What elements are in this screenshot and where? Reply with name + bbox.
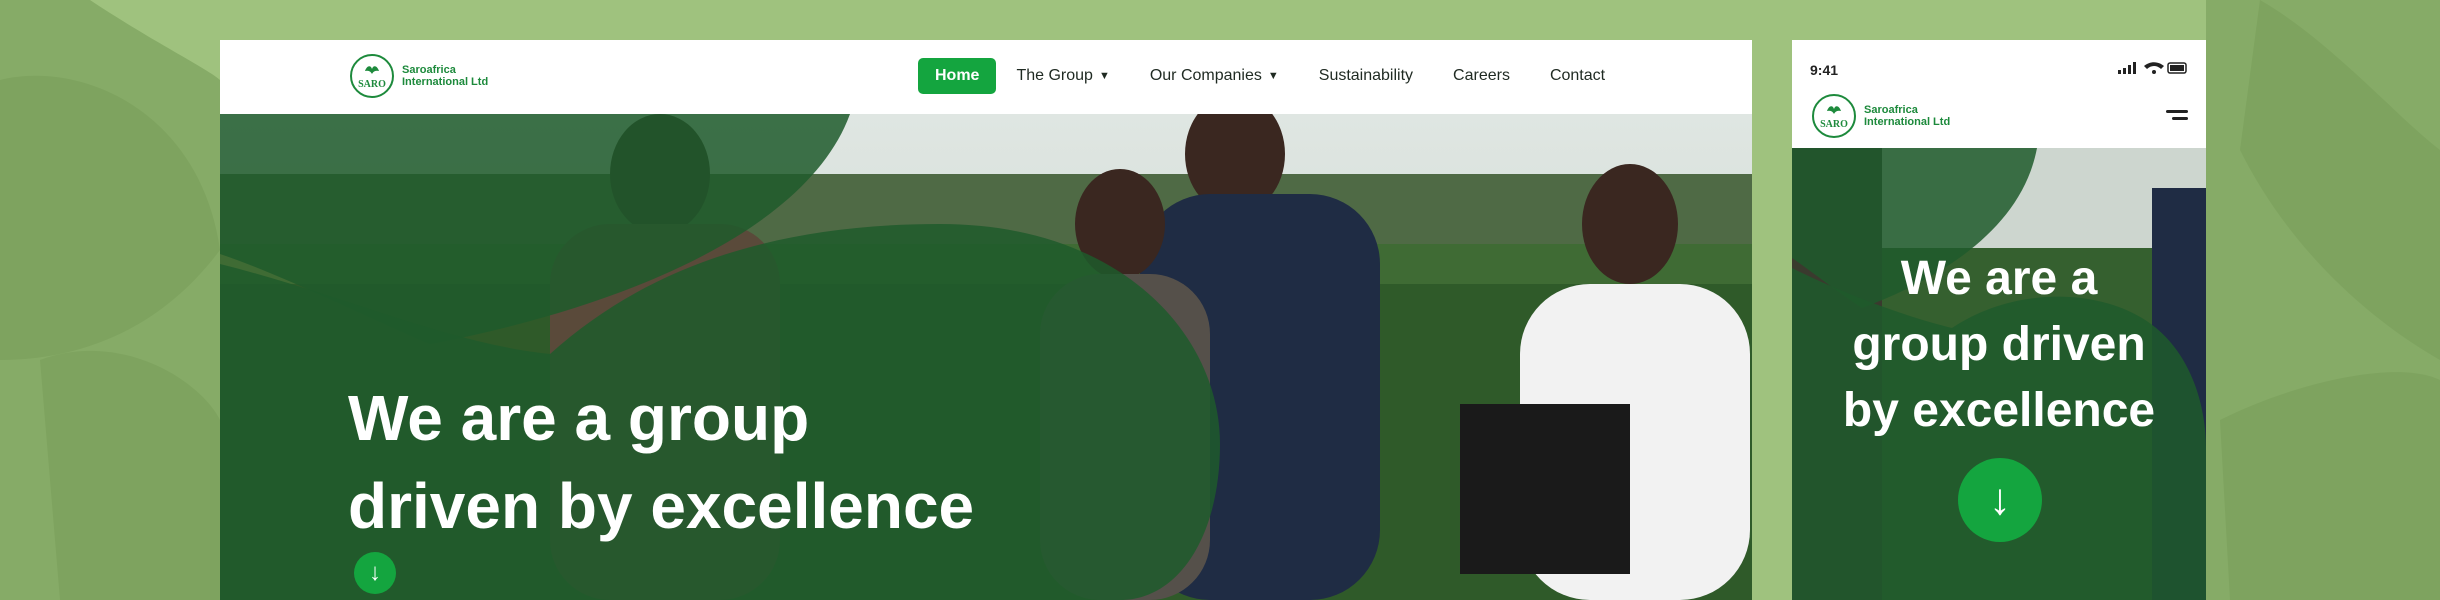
caret-down-icon: ▼	[1267, 70, 1279, 82]
mobile-brand-logo[interactable]: SARO Saroafrica International Ltd	[1812, 94, 1950, 138]
nav-sustainability[interactable]: Sustainability	[1319, 67, 1413, 85]
hero-heading-line1: We are a group	[348, 382, 810, 454]
hero-heading: We are a group driven by excellence	[348, 374, 974, 550]
logo-badge-text: SARO	[1820, 119, 1848, 130]
desktop-preview: We are a group driven by excellence ↓ SA…	[220, 40, 1752, 600]
battery-icon	[2167, 62, 2187, 74]
nav-our-companies-label: Our Companies	[1149, 67, 1262, 84]
nav-sustainability-label: Sustainability	[1318, 67, 1414, 84]
mobile-header: SARO Saroafrica International Ltd	[1792, 86, 2206, 148]
status-time: 9:41	[1810, 62, 1839, 78]
nav-contact[interactable]: Contact	[1550, 67, 1605, 85]
signal-icon	[2118, 62, 2136, 74]
mobile-preview: 9:41 SARO Saroafrica International Ltd W…	[1792, 40, 2206, 600]
nav-our-companies[interactable]: Our Companies ▼	[1150, 67, 1279, 85]
brand-name: Saroafrica International Ltd	[1864, 104, 1950, 128]
nav-home-label: Home	[935, 67, 980, 84]
nav-careers[interactable]: Careers	[1453, 67, 1510, 85]
mobile-hero-heading: We are a group driven by excellence	[1792, 246, 2206, 444]
brand-name-line1: Saroafrica	[1864, 104, 1918, 116]
nav-contact-label: Contact	[1549, 67, 1606, 84]
nav-the-group-label: The Group	[1016, 67, 1093, 84]
mobile-hero-line1: We are a	[1900, 252, 2098, 305]
caret-down-icon: ▼	[1098, 70, 1110, 82]
brand-name-line2: International Ltd	[402, 76, 489, 88]
status-icons	[2118, 62, 2187, 74]
desktop-header: SARO Saroafrica International Ltd Home T…	[220, 40, 1752, 114]
mobile-hero-line2: group driven	[1852, 318, 2146, 371]
brand-logo[interactable]: SARO Saroafrica International Ltd	[350, 54, 488, 98]
brand-name-line1: Saroafrica	[402, 64, 456, 76]
brand-name-line2: International Ltd	[1864, 116, 1951, 128]
mobile-scroll-down-button[interactable]: ↓	[1958, 458, 2042, 542]
logo-badge-icon: SARO	[350, 54, 394, 98]
logo-badge-icon: SARO	[1812, 94, 1856, 138]
nav-home[interactable]: Home	[918, 58, 997, 94]
hero-photo: We are a group driven by excellence ↓	[220, 114, 1752, 600]
wifi-icon	[2144, 62, 2164, 74]
mobile-hero-line3: by excellence	[1842, 384, 2156, 437]
nav-the-group[interactable]: The Group ▼	[1016, 67, 1109, 85]
logo-badge-text: SARO	[358, 79, 386, 90]
nav-careers-label: Careers	[1453, 67, 1510, 84]
scroll-down-button[interactable]: ↓	[354, 552, 396, 594]
hamburger-menu-icon[interactable]	[2166, 110, 2188, 124]
main-menu: Home The Group ▼ Our Companies ▼ Sustainab…	[918, 58, 1645, 94]
mobile-status-bar: 9:41	[1792, 40, 2206, 86]
brand-name: Saroafrica International Ltd	[402, 64, 488, 88]
arrow-down-icon: ↓	[369, 559, 381, 586]
arrow-down-icon: ↓	[1989, 475, 2011, 524]
hero-heading-line2: driven by excellence	[348, 470, 975, 542]
